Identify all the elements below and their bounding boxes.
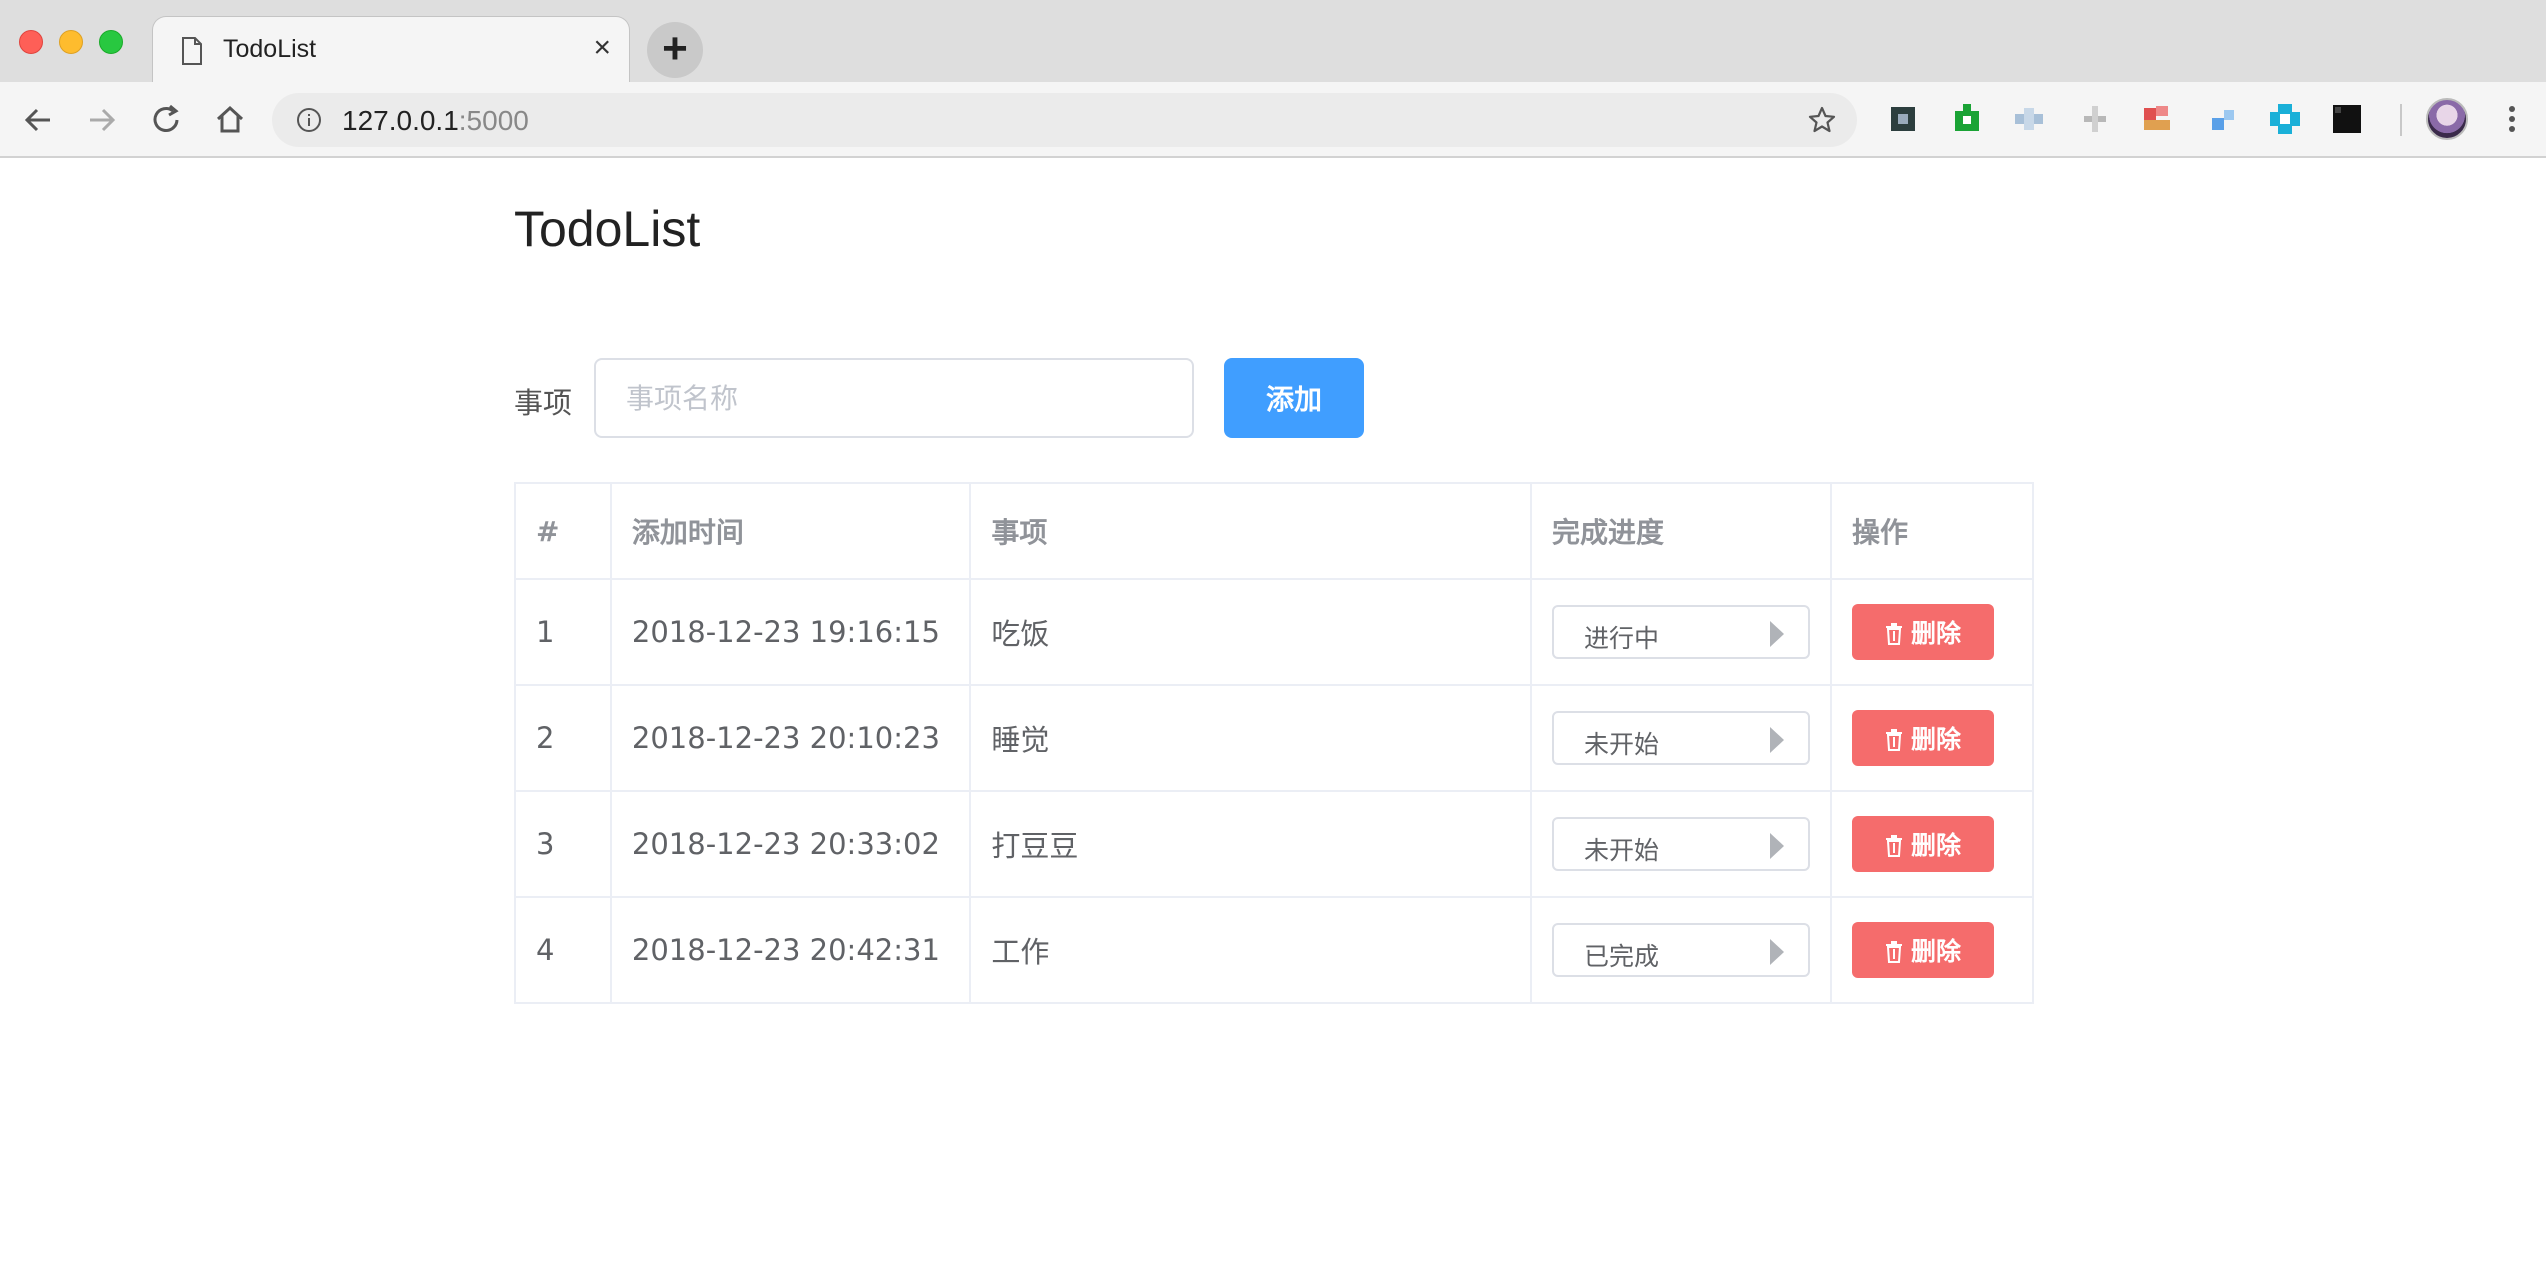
row-actions-cell: 删除 bbox=[1830, 896, 2034, 1004]
caret-right-icon bbox=[1770, 939, 1785, 965]
window-close-button[interactable] bbox=[19, 30, 43, 54]
header-item: 事项 bbox=[969, 482, 1533, 580]
row-index: 4 bbox=[514, 896, 612, 1004]
table-header-row: # 添加时间 事项 完成进度 操作 bbox=[514, 482, 2034, 580]
browser-tab[interactable]: TodoList × bbox=[152, 16, 630, 82]
new-tab-button[interactable]: + bbox=[647, 22, 703, 78]
header-progress: 完成进度 bbox=[1530, 482, 1833, 580]
browser-tab-bar: TodoList × + bbox=[0, 0, 2546, 82]
extension-icon-3[interactable] bbox=[2012, 102, 2046, 136]
browser-toolbar: 127.0.0.1:5000 bbox=[0, 82, 2546, 158]
row-item: 工作 bbox=[969, 896, 1533, 1004]
back-icon[interactable] bbox=[18, 100, 58, 140]
delete-label: 删除 bbox=[1911, 619, 1962, 648]
trash-icon bbox=[1886, 941, 1902, 963]
status-value: 未开始 bbox=[1584, 836, 1660, 865]
table-row: 2 2018-12-23 20:10:23 睡觉 未开始 删除 bbox=[514, 684, 2034, 792]
todo-table: # 添加时间 事项 完成进度 操作 1 2018-12-23 19:16:15 … bbox=[514, 482, 2034, 1004]
table-row: 1 2018-12-23 19:16:15 吃饭 进行中 删除 bbox=[514, 578, 2034, 686]
more-menu-icon[interactable] bbox=[2500, 102, 2524, 136]
row-item: 吃饭 bbox=[969, 578, 1533, 686]
url-text[interactable]: 127.0.0.1:5000 bbox=[342, 105, 529, 137]
trash-icon bbox=[1886, 729, 1902, 751]
trash-icon bbox=[1886, 623, 1902, 645]
row-progress-cell: 进行中 bbox=[1530, 578, 1833, 686]
delete-label: 删除 bbox=[1911, 725, 1962, 754]
row-progress-cell: 已完成 bbox=[1530, 896, 1833, 1004]
extension-icon-2[interactable] bbox=[1950, 102, 1984, 136]
extension-7-icon bbox=[2270, 104, 2300, 134]
extension-icon-1[interactable] bbox=[1886, 102, 1920, 136]
row-time: 2018-12-23 20:42:31 bbox=[609, 896, 972, 1004]
page-title: TodoList bbox=[514, 201, 701, 257]
row-index: 2 bbox=[514, 684, 612, 792]
status-value: 未开始 bbox=[1584, 730, 1660, 759]
row-item: 睡觉 bbox=[969, 684, 1533, 792]
row-time: 2018-12-23 20:10:23 bbox=[609, 684, 972, 792]
todo-name-input[interactable] bbox=[594, 358, 1194, 438]
status-value: 进行中 bbox=[1584, 624, 1660, 653]
row-actions-cell: 删除 bbox=[1830, 578, 2034, 686]
caret-right-icon bbox=[1770, 621, 1785, 647]
address-bar[interactable]: 127.0.0.1:5000 bbox=[272, 93, 1857, 147]
caret-right-icon bbox=[1770, 833, 1785, 859]
url-host: 127.0.0.1 bbox=[342, 105, 459, 136]
extension-icon-5[interactable] bbox=[2140, 102, 2174, 136]
delete-label: 删除 bbox=[1911, 937, 1962, 966]
window-maximize-button[interactable] bbox=[99, 30, 123, 54]
extension-icon-8[interactable] bbox=[2330, 102, 2364, 136]
table-row: 3 2018-12-23 20:33:02 打豆豆 未开始 删除 bbox=[514, 790, 2034, 898]
row-actions-cell: 删除 bbox=[1830, 684, 2034, 792]
window-minimize-button[interactable] bbox=[59, 30, 83, 54]
row-index: 1 bbox=[514, 578, 612, 686]
extension-4-icon bbox=[2084, 106, 2106, 132]
tab-close-icon[interactable]: × bbox=[593, 33, 611, 63]
extension-icon-4[interactable] bbox=[2078, 102, 2112, 136]
delete-button[interactable]: 删除 bbox=[1852, 710, 1995, 766]
extension-icon-6[interactable] bbox=[2206, 102, 2240, 136]
home-icon[interactable] bbox=[210, 100, 250, 140]
profile-avatar[interactable] bbox=[2426, 98, 2468, 140]
toolbar-separator bbox=[2400, 104, 2402, 136]
header-actions: 操作 bbox=[1830, 482, 2034, 580]
row-progress-cell: 未开始 bbox=[1530, 790, 1833, 898]
row-time: 2018-12-23 19:16:15 bbox=[609, 578, 972, 686]
status-select[interactable]: 未开始 bbox=[1552, 711, 1811, 765]
row-index: 3 bbox=[514, 790, 612, 898]
row-item: 打豆豆 bbox=[969, 790, 1533, 898]
url-port: :5000 bbox=[458, 105, 529, 136]
table-row: 4 2018-12-23 20:42:31 工作 已完成 删除 bbox=[514, 896, 2034, 1004]
tab-title: TodoList bbox=[223, 35, 317, 63]
extension-8-icon bbox=[2333, 105, 2361, 133]
trash-icon bbox=[1886, 835, 1902, 857]
delete-button[interactable]: 删除 bbox=[1852, 604, 1995, 660]
delete-label: 删除 bbox=[1911, 831, 1962, 860]
info-icon[interactable] bbox=[296, 107, 322, 133]
add-button[interactable]: 添加 bbox=[1224, 358, 1364, 438]
page-icon bbox=[182, 37, 202, 65]
extension-2-icon bbox=[1955, 104, 1979, 131]
delete-button[interactable]: 删除 bbox=[1852, 816, 1995, 872]
todo-label: 事项 bbox=[514, 388, 573, 420]
header-added-time: 添加时间 bbox=[609, 482, 972, 580]
forward-icon[interactable] bbox=[82, 100, 122, 140]
bookmark-star-icon[interactable] bbox=[1807, 105, 1837, 135]
status-select[interactable]: 未开始 bbox=[1552, 817, 1811, 871]
delete-button[interactable]: 删除 bbox=[1852, 922, 1995, 978]
status-select[interactable]: 进行中 bbox=[1552, 605, 1811, 659]
status-select[interactable]: 已完成 bbox=[1552, 923, 1811, 977]
extension-5-icon bbox=[2144, 106, 2170, 130]
row-progress-cell: 未开始 bbox=[1530, 684, 1833, 792]
extension-3-icon bbox=[2015, 108, 2043, 130]
extension-1-icon bbox=[1891, 107, 1915, 131]
row-time: 2018-12-23 20:33:02 bbox=[609, 790, 972, 898]
extension-icon-7[interactable] bbox=[2268, 102, 2302, 136]
status-value: 已完成 bbox=[1584, 942, 1660, 971]
header-index: # bbox=[514, 482, 612, 580]
reload-icon[interactable] bbox=[146, 100, 186, 140]
caret-right-icon bbox=[1770, 727, 1785, 753]
extension-6-icon bbox=[2212, 110, 2234, 130]
row-actions-cell: 删除 bbox=[1830, 790, 2034, 898]
